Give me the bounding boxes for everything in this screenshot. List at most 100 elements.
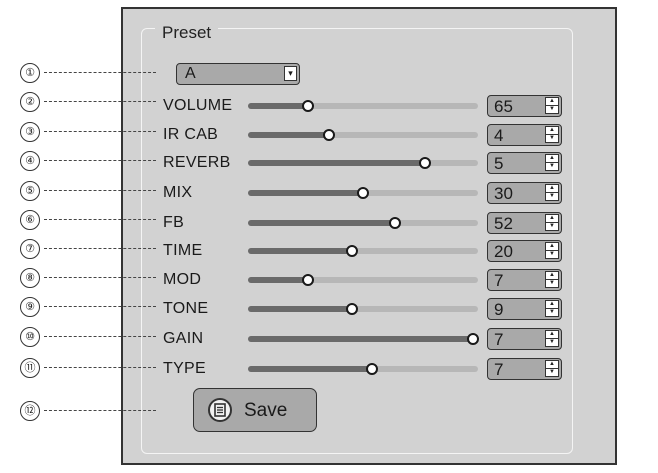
time-value[interactable]: 20 [494,242,513,261]
callout-1: ① [20,63,160,83]
spin-up-icon[interactable]: ▲ [546,243,558,251]
spin-up-icon[interactable]: ▲ [546,215,558,223]
callout-10: ⑩ [20,327,160,347]
spin-up-icon[interactable]: ▲ [546,127,558,135]
slider-track[interactable] [248,366,478,372]
fb-slider[interactable] [248,215,478,231]
spin-up-icon[interactable]: ▲ [546,185,558,193]
ir-cab-value[interactable]: 4 [494,126,503,145]
slider-fill [248,103,308,109]
slider-fill [248,160,426,166]
slider-track[interactable] [248,277,478,283]
volume-label: VOLUME [163,97,233,114]
slider-track[interactable] [248,160,478,166]
callout-number: ⑧ [20,268,40,288]
spin-down-icon[interactable]: ▼ [546,193,558,200]
callout-number: ④ [20,151,40,171]
type-value[interactable]: 7 [494,360,503,379]
tone-slider[interactable] [248,301,478,317]
spin-down-icon[interactable]: ▼ [546,135,558,142]
slider-track[interactable] [248,132,478,138]
spin-up-icon[interactable]: ▲ [546,331,558,339]
slider-track[interactable] [248,336,478,342]
mod-value[interactable]: 7 [494,271,503,290]
time-slider[interactable] [248,243,478,259]
reverb-label: REVERB [163,154,231,171]
volume-value[interactable]: 65 [494,97,513,116]
fb-spinbox[interactable]: 52 ▲ ▼ [487,212,562,234]
callout-leader-line [44,277,156,278]
spin-up-icon[interactable]: ▲ [546,98,558,106]
slider-handle[interactable] [357,187,369,199]
slider-fill [248,336,474,342]
spin-down-icon[interactable]: ▼ [546,106,558,113]
chevron-down-icon[interactable]: ▾ [284,66,297,81]
time-label: TIME [163,242,203,259]
type-spinbox[interactable]: 7 ▲ ▼ [487,358,562,380]
fb-value[interactable]: 52 [494,214,513,233]
slider-handle[interactable] [366,363,379,375]
spin-buttons: ▲ ▼ [545,330,559,347]
ir-cab-slider[interactable] [248,127,478,143]
slider-fill [248,132,329,138]
slider-fill [248,366,373,372]
callout-11: ⑪ [20,358,160,378]
callout-leader-line [44,72,156,73]
slider-handle[interactable] [389,217,402,229]
callout-leader-line [44,219,156,220]
spin-down-icon[interactable]: ▼ [546,251,558,258]
spin-down-icon[interactable]: ▼ [546,309,558,316]
callout-9: ⑨ [20,297,160,317]
callout-leader-line [44,410,156,411]
reverb-spinbox[interactable]: 5 ▲ ▼ [487,152,562,174]
tone-spinbox[interactable]: 9 ▲ ▼ [487,298,562,320]
slider-handle[interactable] [419,157,432,169]
slider-handle[interactable] [467,333,480,345]
reverb-slider[interactable] [248,155,478,171]
slider-track[interactable] [248,220,478,226]
save-button[interactable]: Save [193,388,317,432]
slider-track[interactable] [248,248,478,254]
spin-down-icon[interactable]: ▼ [546,339,558,346]
callout-4: ④ [20,151,160,171]
spin-down-icon[interactable]: ▼ [546,223,558,230]
time-spinbox[interactable]: 20 ▲ ▼ [487,240,562,262]
mix-slider[interactable] [248,185,478,201]
volume-spinbox[interactable]: 65 ▲ ▼ [487,95,562,117]
mod-slider[interactable] [248,272,478,288]
spin-up-icon[interactable]: ▲ [546,272,558,280]
spin-up-icon[interactable]: ▲ [546,301,558,309]
mod-spinbox[interactable]: 7 ▲ ▼ [487,269,562,291]
mix-value[interactable]: 30 [494,184,513,203]
preset-select[interactable]: A ▾ [176,63,300,85]
reverb-value[interactable]: 5 [494,154,503,173]
callout-6: ⑥ [20,210,160,230]
slider-handle[interactable] [345,245,358,257]
callout-number: ② [20,92,40,112]
spin-down-icon[interactable]: ▼ [546,163,558,170]
callout-number: ⑤ [20,181,40,201]
spin-down-icon[interactable]: ▼ [546,280,558,287]
tone-label: TONE [163,300,209,317]
gain-spinbox[interactable]: 7 ▲ ▼ [487,328,562,350]
slider-handle[interactable] [301,100,314,112]
type-slider[interactable] [248,361,478,377]
gain-slider[interactable] [248,331,480,347]
callout-leader-line [44,367,156,368]
slider-handle[interactable] [345,303,358,315]
slider-track[interactable] [248,306,478,312]
gain-value[interactable]: 7 [494,330,503,349]
slider-handle[interactable] [301,274,314,286]
slider-track[interactable] [248,103,478,109]
spin-up-icon[interactable]: ▲ [546,155,558,163]
slider-handle[interactable] [322,129,335,141]
spin-buttons: ▲ ▼ [545,97,559,114]
callout-5: ⑤ [20,181,160,201]
callout-12: ⑫ [20,401,160,421]
ir-cab-spinbox[interactable]: 4 ▲ ▼ [487,124,562,146]
tone-value[interactable]: 9 [494,300,503,319]
mix-spinbox[interactable]: 30 ▲ ▼ [487,182,562,204]
spin-up-icon[interactable]: ▲ [546,361,558,369]
volume-slider[interactable] [248,98,478,114]
spin-down-icon[interactable]: ▼ [546,369,558,376]
